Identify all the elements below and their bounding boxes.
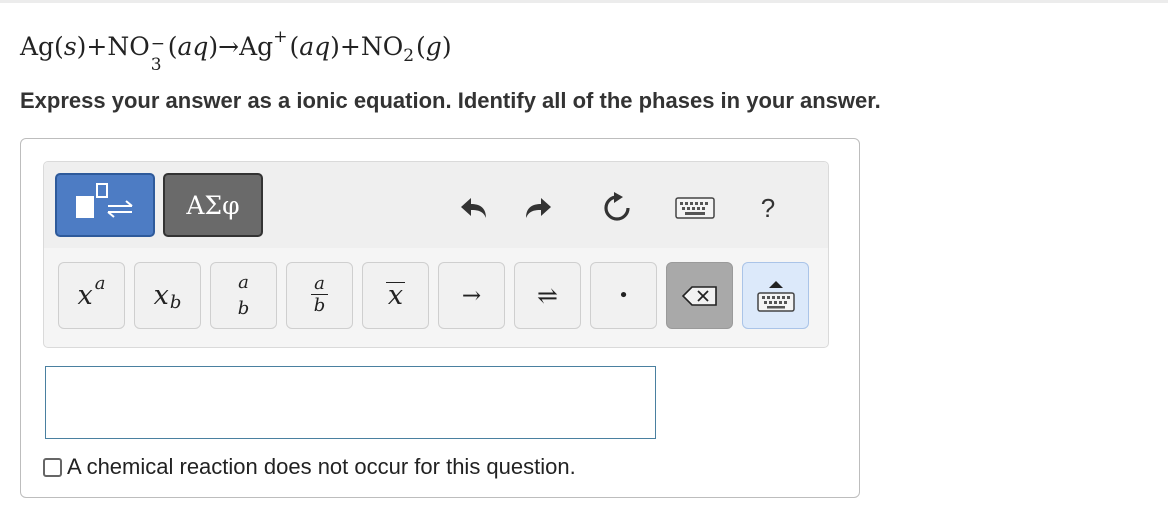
stacked-top: a (238, 272, 249, 293)
help-button[interactable]: ? (750, 190, 786, 226)
delete-key[interactable] (666, 262, 733, 329)
keyboard-icon[interactable] (674, 190, 716, 226)
equilibrium-arrow-key[interactable]: ⇌ (514, 262, 581, 329)
overline-base: x (385, 280, 406, 311)
no-reaction-label[interactable]: A chemical reaction does not occur for t… (67, 454, 576, 480)
redo-icon[interactable] (520, 190, 556, 226)
reaction-equation: Ag(s)+NO −3 (aq)→Ag+(aq)+NO2(g) (20, 27, 452, 75)
fraction-key[interactable]: a b (286, 262, 353, 329)
answer-input[interactable] (45, 366, 656, 439)
superscript-key[interactable]: xa (58, 262, 125, 329)
fraction-numerator: a (311, 274, 328, 295)
backspace-icon (681, 285, 717, 306)
keyboard-toggle-key[interactable] (742, 262, 809, 329)
top-divider (0, 0, 1168, 3)
dot-key[interactable]: • (590, 262, 657, 329)
subscript-key[interactable]: xb (134, 262, 201, 329)
superscript-base: x (77, 280, 93, 311)
math-toolbar: ΑΣφ ? xa xb a b a b x → ⇌ • (43, 161, 829, 348)
symbols-button[interactable]: ΑΣφ (163, 173, 263, 237)
templates-icon (76, 183, 133, 218)
stacked-bottom: b (237, 298, 250, 319)
templates-button[interactable] (55, 173, 155, 237)
undo-icon[interactable] (456, 190, 492, 226)
subscript-index: b (169, 292, 182, 313)
reaction-arrow-key[interactable]: → (438, 262, 505, 329)
answer-card: ΑΣφ ? xa xb a b a b x → ⇌ • A chemical r… (20, 138, 860, 498)
keyboard-toggle-icon (756, 280, 795, 312)
instruction-text: Express your answer as a ionic equation.… (20, 88, 881, 113)
no-reaction-option[interactable]: A chemical reaction does not occur for t… (43, 454, 576, 480)
fraction-denominator: b (313, 295, 326, 316)
subscript-base: x (153, 280, 169, 311)
overline-key[interactable]: x (362, 262, 429, 329)
no-reaction-checkbox[interactable] (43, 457, 62, 477)
stacked-key[interactable]: a b (210, 262, 277, 329)
reset-icon[interactable] (599, 190, 635, 226)
superscript-exponent: a (94, 273, 106, 294)
